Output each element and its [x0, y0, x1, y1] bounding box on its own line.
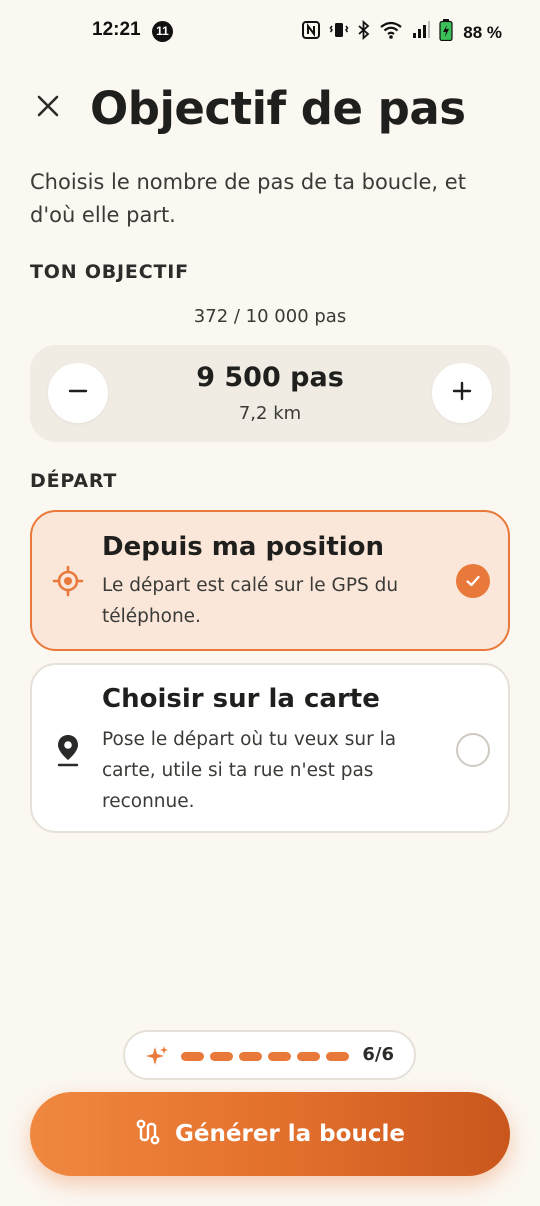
wizard-steps-count: 6/6	[362, 1044, 394, 1065]
generate-loop-button[interactable]: Générer la boucle	[30, 1092, 510, 1176]
wizard-step-bar	[326, 1052, 349, 1061]
vibrate-icon	[329, 20, 349, 45]
radio-unselected-icon	[456, 733, 490, 767]
daily-steps-progress: 372 / 10 000 pas	[193, 306, 347, 327]
generate-loop-label: Générer la boucle	[175, 1121, 405, 1147]
increase-steps-button[interactable]	[432, 363, 492, 423]
wifi-icon	[379, 20, 403, 45]
option-title: Depuis ma position	[102, 532, 385, 562]
wizard-step-bar	[297, 1052, 320, 1061]
status-bar: 12:21 11 88 %	[0, 0, 540, 62]
goal-section-label: TON OBJECTIF	[30, 261, 189, 283]
battery-charging-icon	[439, 19, 453, 46]
nfc-icon	[301, 20, 321, 45]
check-selected-icon	[456, 564, 490, 598]
map-pin-icon	[50, 732, 86, 768]
bluetooth-icon	[357, 19, 371, 45]
option-choose-on-map[interactable]: Choisir sur la carte Pose le départ où t…	[30, 663, 510, 833]
notification-count-badge: 11	[152, 21, 173, 42]
step-goal-stepper: 9 500 pas 7,2 km	[30, 345, 510, 442]
sparkle-icon	[145, 1044, 169, 1072]
gps-target-icon	[50, 563, 86, 599]
option-current-position[interactable]: Depuis ma position Le départ est calé su…	[30, 510, 510, 651]
close-button[interactable]	[28, 88, 68, 128]
plus-icon	[452, 381, 472, 405]
wizard-step-bar	[210, 1052, 233, 1061]
option-title: Choisir sur la carte	[102, 684, 380, 714]
page-title: Objectif de pas	[90, 82, 466, 135]
wizard-steps-bars	[181, 1052, 349, 1061]
status-time: 12:21	[92, 19, 141, 40]
wizard-step-bar	[239, 1052, 262, 1061]
close-icon	[36, 94, 60, 122]
wizard-step-bar	[268, 1052, 291, 1061]
page-subtitle: Choisis le nombre de pas de ta boucle, e…	[30, 170, 466, 227]
wizard-step-bar	[181, 1052, 204, 1061]
route-icon	[135, 1118, 161, 1150]
option-description: Le départ est calé sur le GPS du télépho…	[102, 575, 399, 627]
signal-icon	[411, 20, 431, 45]
departure-section-label: DÉPART	[30, 470, 118, 492]
wizard-steps-indicator: 6/6	[123, 1030, 416, 1080]
status-icons: 88 %	[301, 19, 502, 46]
battery-percentage: 88 %	[463, 22, 502, 42]
option-description: Pose le départ où tu veux sur la carte, …	[102, 729, 397, 812]
